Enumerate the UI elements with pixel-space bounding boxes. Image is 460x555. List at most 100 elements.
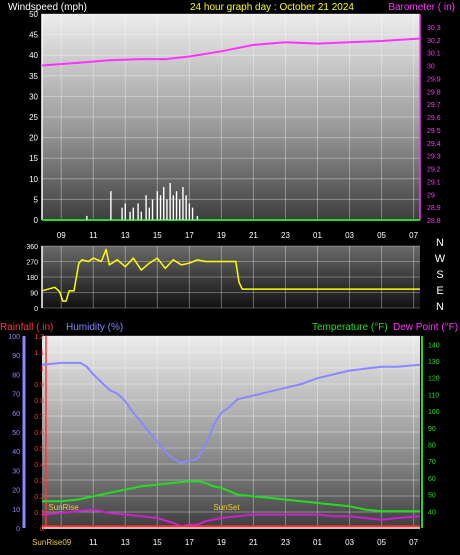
top-x-tick-label: 05 [377, 231, 386, 240]
baro-tick-label: 29.4 [427, 141, 441, 148]
top-x-tick-label: 09 [57, 231, 66, 240]
baro-tick-label: 28.9 [427, 205, 441, 212]
wind-tick-label: 50 [29, 10, 38, 19]
baro-tick-label: 29.9 [427, 76, 441, 83]
rain-tick-label: 1 [40, 366, 44, 373]
rain-tick-label: 1.1 [34, 350, 44, 357]
dir-tick-label: 270 [26, 260, 38, 267]
wind-tick-label: 5 [34, 195, 39, 204]
wind-tick-label: 20 [29, 134, 38, 143]
temperature-tick-label: 80 [428, 443, 436, 450]
humidity-tick-label: 0 [16, 526, 20, 533]
header-left: Windspeed (mph) [8, 2, 87, 13]
wind-tick-label: 15 [29, 154, 38, 163]
humidity-tick-label: 70 [12, 392, 20, 399]
compass-label: S [436, 269, 443, 281]
compass-label: E [436, 285, 443, 297]
temperature-tick-label: 120 [428, 376, 440, 383]
bottom-x-tick-label: 13 [121, 538, 130, 547]
bottom-x-tick-label: 03 [345, 538, 354, 547]
wind-tick-label: 0 [34, 216, 39, 225]
top-x-tick-label: 17 [185, 231, 194, 240]
temperature-tick-label: 100 [428, 409, 440, 416]
bottom-x-tick-label: 01 [313, 538, 322, 547]
temperature-tick-label: 90 [428, 426, 436, 433]
compass-label: W [435, 253, 446, 265]
wind-tick-label: 10 [29, 175, 38, 184]
compass-label: N [436, 301, 444, 313]
top-x-tick-label: 19 [217, 231, 226, 240]
temperature-tick-label: 140 [428, 342, 440, 349]
bottom-x-tick-label: 17 [185, 538, 194, 547]
top-x-tick-label: 01 [313, 231, 322, 240]
dir-tick-label: 0 [34, 306, 38, 313]
rain-tick-label: 0.9 [34, 382, 44, 389]
temperature-tick-label: 110 [428, 392, 439, 399]
baro-tick-label: 28.8 [427, 218, 441, 225]
bottom-x-tick-label: SunRise09 [32, 538, 72, 547]
rain-tick-label: 1.2 [34, 334, 44, 341]
baro-tick-label: 29.1 [427, 179, 441, 186]
bottom-x-tick-label: 07 [409, 538, 418, 547]
top-x-tick-label: 11 [89, 231, 98, 240]
dewpoint-axis-title: Dew Point (°F) [393, 322, 458, 333]
humidity-tick-label: 80 [12, 372, 20, 379]
humidity-tick-label: 90 [12, 353, 20, 360]
baro-tick-label: 29 [427, 192, 435, 199]
bottom-x-tick-label: 23 [281, 538, 290, 547]
baro-tick-label: 29.3 [427, 154, 441, 161]
humidity-tick-label: 30 [12, 468, 20, 475]
top-x-tick-label: 03 [345, 231, 354, 240]
dir-tick-label: 90 [30, 291, 38, 298]
baro-tick-label: 30.3 [427, 25, 441, 32]
sun-annotation: SunRise [48, 503, 79, 512]
rainfall-axis-title: Rainfall ( in) [0, 322, 53, 333]
humidity-tick-label: 40 [12, 449, 20, 456]
dir-tick-label: 180 [26, 275, 38, 282]
header-right: Barometer ( in) [388, 2, 455, 13]
top-x-tick-label: 21 [249, 231, 258, 240]
wind-tick-label: 25 [29, 113, 38, 122]
top-x-tick-label: 15 [153, 231, 162, 240]
humidity-tick-label: 20 [12, 488, 20, 495]
wind-tick-label: 35 [29, 72, 38, 81]
temperature-tick-label: 70 [428, 459, 436, 466]
baro-tick-label: 29.7 [427, 102, 441, 109]
rain-tick-label: 0 [40, 526, 44, 533]
humidity-tick-label: 50 [12, 430, 20, 437]
baro-tick-label: 30.2 [427, 38, 441, 45]
top-x-tick-label: 07 [409, 231, 418, 240]
temperature-tick-label: 60 [428, 476, 436, 483]
rain-tick-label: 0.7 [34, 414, 44, 421]
top-x-tick-label: 23 [281, 231, 290, 240]
bottom-x-tick-label: 11 [89, 538, 98, 547]
baro-tick-label: 29.6 [427, 115, 441, 122]
bottom-x-tick-label: 21 [249, 538, 258, 547]
humidity-axis-title: Humidity (%) [66, 322, 123, 333]
rain-tick-label: 0.3 [34, 478, 44, 485]
wind-tick-label: 45 [29, 31, 38, 40]
temperature-tick-label: 40 [428, 509, 436, 516]
baro-tick-label: 29.5 [427, 128, 441, 135]
humidity-tick-label: 60 [12, 411, 20, 418]
rain-tick-label: 0.5 [34, 446, 44, 453]
dir-tick-label: 360 [26, 244, 38, 251]
baro-tick-label: 30.1 [427, 51, 441, 58]
bottom-x-tick-label: 15 [153, 538, 162, 547]
baro-tick-label: 29.2 [427, 167, 441, 174]
baro-tick-label: 30 [427, 64, 435, 71]
rain-tick-label: 0.2 [34, 494, 44, 501]
top-x-tick-label: 13 [121, 231, 130, 240]
rain-tick-label: 0.4 [34, 462, 44, 469]
header-center: 24 hour graph day : October 21 2024 [190, 2, 354, 13]
weather-graph: Windspeed (mph) 24 hour graph day : Octo… [0, 2, 458, 547]
bottom-x-tick-label: 19 [217, 538, 226, 547]
temperature-axis-title: Temperature (°F) [312, 322, 388, 333]
wind-tick-label: 30 [29, 92, 38, 101]
temperature-tick-label: 130 [428, 359, 440, 366]
temperature-tick-label: 50 [428, 493, 436, 500]
rain-tick-label: 0.8 [34, 398, 44, 405]
bottom-x-tick-label: 05 [377, 538, 386, 547]
wind-tick-label: 40 [29, 51, 38, 60]
humidity-tick-label: 10 [12, 507, 20, 514]
